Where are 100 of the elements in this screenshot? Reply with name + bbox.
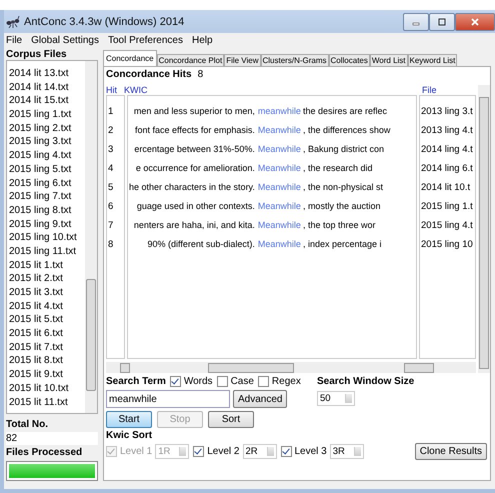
- clone-results-button[interactable]: Clone Results: [414, 443, 487, 460]
- checkbox-label: Level 3: [294, 446, 327, 457]
- checkbox[interactable]: [170, 376, 181, 387]
- right-context: , index percentage i: [302, 238, 382, 251]
- file-item[interactable]: 2015 ling 3.txt: [9, 135, 85, 150]
- tab[interactable]: Word List: [370, 54, 408, 66]
- level-spinner[interactable]: 3R: [330, 444, 364, 459]
- left-context: ercentage between 31%-50%.: [134, 143, 255, 156]
- checkbox[interactable]: [258, 376, 269, 387]
- right-context: , the top three wor: [302, 219, 376, 232]
- file-item[interactable]: 2015 ling 6.txt: [9, 176, 85, 190]
- file-item[interactable]: 2015 lit 8.txt: [9, 354, 85, 368]
- file-name: 2014 ling 4.t: [421, 143, 474, 157]
- tab[interactable]: Concordance: [103, 50, 157, 66]
- close-icon: [470, 18, 480, 26]
- file-item[interactable]: 2015 lit 4.txt: [9, 300, 85, 314]
- checkbox[interactable]: [193, 446, 204, 457]
- kwic-sort-label: Kwic Sort: [106, 430, 154, 441]
- right-context: , the research did: [302, 162, 374, 175]
- right-context: , the non-physical st: [302, 181, 384, 194]
- checkbox-label: Words: [184, 376, 213, 387]
- search-window-size-label: Search Window Size: [317, 376, 414, 387]
- file-item[interactable]: 2014 lit 13.txt: [9, 67, 85, 81]
- left-context: he other characters in the story.: [129, 181, 255, 194]
- file-name: 2015 ling 4.t: [421, 219, 474, 233]
- menu-item[interactable]: Global Settings: [31, 34, 99, 46]
- file-name: 2015 ling 10: [421, 238, 474, 252]
- files-processed-label: Files Processed: [6, 447, 84, 458]
- action-button[interactable]: Start: [106, 411, 152, 428]
- left-context: font face effects for emphasis.: [135, 124, 255, 137]
- action-button[interactable]: Sort: [208, 411, 254, 428]
- file-name: 2013 ling 3.t: [421, 105, 474, 119]
- checkbox-label: Case: [230, 376, 254, 387]
- tab[interactable]: Keyword List: [408, 54, 458, 66]
- file-item[interactable]: 2015 lit 9.txt: [9, 368, 85, 382]
- tab[interactable]: Concordance Plot: [156, 54, 224, 66]
- right-context: , Bakung district con: [302, 143, 385, 156]
- total-label: Total No.: [6, 419, 50, 430]
- file-item[interactable]: 2015 ling 1.txt: [9, 108, 85, 122]
- file-item[interactable]: 2015 ling 11.txt: [9, 244, 85, 259]
- hit-number: 2: [108, 124, 114, 138]
- file-item[interactable]: 2015 lit 3.txt: [9, 286, 85, 300]
- close-button[interactable]: [455, 12, 495, 31]
- hit-number: 6: [108, 200, 114, 214]
- file-name: 2015 ling 1.t: [421, 200, 474, 214]
- scrollbar[interactable]: [478, 85, 490, 373]
- tab[interactable]: Clusters/N-Grams: [260, 54, 329, 66]
- file-item[interactable]: 2015 ling 9.txt: [9, 218, 85, 232]
- tab[interactable]: File View: [224, 54, 260, 66]
- column-header[interactable]: File: [422, 85, 476, 95]
- file-item[interactable]: 2015 ling 8.txt: [9, 204, 85, 218]
- file-item[interactable]: 2015 lit 11.txt: [9, 396, 85, 410]
- keyword: Meanwhile: [258, 219, 301, 232]
- menu-item[interactable]: File: [6, 34, 22, 46]
- tab[interactable]: Collocates: [328, 54, 370, 66]
- right-context: the desires are reflec: [302, 105, 388, 118]
- column-header[interactable]: Hit: [106, 85, 122, 95]
- keyword: Meanwhile: [258, 143, 301, 156]
- checkbox-label: Level 1: [120, 446, 152, 457]
- file-item[interactable]: 2015 ling 2.txt: [9, 122, 85, 136]
- column-header[interactable]: KWIC: [124, 85, 422, 95]
- left-context: 90% (different sub-dialect).: [148, 238, 255, 251]
- search-field[interactable]: meanwhile: [106, 390, 230, 408]
- keyword: meanwhile: [258, 105, 301, 118]
- file-item[interactable]: 2014 lit 15.txt: [9, 94, 85, 108]
- menu-item[interactable]: Tool Preferences: [108, 34, 183, 46]
- level-spinner[interactable]: 2R: [242, 444, 276, 459]
- advanced-button[interactable]: Advanced: [233, 390, 288, 408]
- file-item[interactable]: 2015 lit 6.txt: [9, 327, 85, 341]
- file-item[interactable]: 2015 lit 1.txt: [9, 258, 85, 272]
- keyword: Meanwhile: [258, 181, 301, 194]
- window-title: AntConc 3.4.3w (Windows) 2014: [24, 16, 184, 28]
- corpus-files-label: Corpus Files: [6, 49, 68, 60]
- file-item[interactable]: 2015 lit 2.txt: [9, 272, 85, 286]
- hit-number: 7: [108, 219, 114, 233]
- maximize-button[interactable]: [429, 12, 455, 31]
- checkbox[interactable]: [280, 446, 292, 457]
- hit-number: 5: [108, 181, 114, 195]
- file-item[interactable]: 2015 ling 5.txt: [9, 162, 85, 176]
- scrollbar[interactable]: [85, 61, 97, 413]
- file-name: 2013 ling 4.t: [421, 124, 474, 138]
- checkbox[interactable]: [216, 376, 228, 387]
- file-item[interactable]: 2015 ling 7.txt: [9, 190, 85, 204]
- horizontal-scrollbar[interactable]: [106, 362, 476, 373]
- file-item[interactable]: 2014 lit 14.txt: [9, 80, 85, 94]
- file-item[interactable]: 2015 ling 4.txt: [9, 149, 85, 163]
- file-item[interactable]: 2015 lit 10.txt: [9, 382, 85, 396]
- search-term-label: Search Term: [106, 376, 166, 387]
- left-context: guage used in other contexts.: [136, 200, 255, 213]
- file-item[interactable]: 2015 lit 7.txt: [9, 340, 85, 354]
- file-item[interactable]: 2015 ling 10.txt: [9, 231, 85, 245]
- checkbox-label: Level 2: [207, 446, 240, 457]
- maximize-icon: [437, 18, 447, 26]
- window-size-spinner[interactable]: 50: [317, 391, 355, 406]
- hit-number: 4: [108, 162, 114, 176]
- hit-number: 3: [108, 143, 114, 157]
- menu-item[interactable]: Help: [192, 34, 213, 46]
- file-item[interactable]: 2015 lit 5.txt: [9, 313, 85, 328]
- left-context: men and less superior to men,: [134, 105, 255, 118]
- hit-number: 1: [108, 105, 114, 119]
